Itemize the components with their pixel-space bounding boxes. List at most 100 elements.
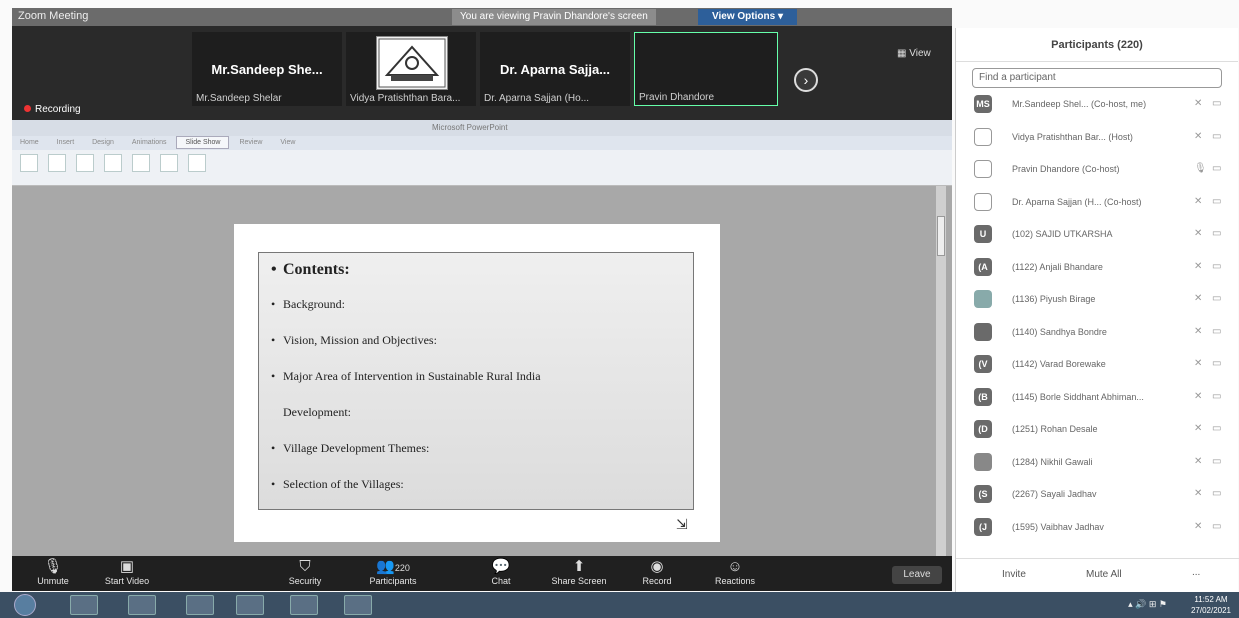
participant-row[interactable]: (J (1595) Vaibhav Jadhav ✕ ▭	[956, 511, 1239, 544]
view-options-button[interactable]: View Options ▾	[698, 9, 797, 25]
mic-muted-icon[interactable]: ✕	[1194, 456, 1202, 467]
participant-row[interactable]: (1140) Sandhya Bondre ✕ ▭	[956, 316, 1239, 349]
unmute-button[interactable]: 🎙 Unmute	[18, 558, 88, 586]
participant-row[interactable]: (B (1145) Borle Siddhant Abhiman... ✕ ▭	[956, 381, 1239, 414]
chat-button[interactable]: 💬 Chat	[466, 558, 536, 586]
video-off-icon: ▭	[1212, 130, 1222, 142]
clock-time: 11:52 AM	[1194, 595, 1228, 604]
avatar	[974, 192, 992, 211]
video-off-icon: ▣	[119, 558, 135, 575]
system-tray-icons[interactable]: ▴ 🔊 ⊞ ⚑	[1128, 599, 1167, 610]
video-off-icon: ▭	[1212, 195, 1222, 207]
mic-muted-icon[interactable]: ✕	[1194, 391, 1202, 402]
title-bar: Zoom Meeting You are viewing Pravin Dhan…	[12, 8, 952, 26]
mic-muted-icon[interactable]: ✕	[1194, 131, 1202, 142]
video-off-icon: ▭	[1212, 358, 1222, 369]
participant-name: Mr.Sandeep Shel... (Co-host, me)	[1012, 99, 1147, 109]
participant-row[interactable]: MS Mr.Sandeep Shel... (Co-host, me) ✕ ▭	[956, 88, 1239, 121]
taskbar-folder-icon[interactable]	[186, 595, 214, 615]
mic-muted-icon[interactable]: ✕	[1194, 326, 1202, 337]
leave-button[interactable]: Leave	[892, 566, 942, 584]
video-off-icon: ▭	[1212, 423, 1222, 434]
ribbon-icon	[48, 154, 66, 172]
share-screen-button[interactable]: ⬆ Share Screen	[544, 558, 614, 586]
avatar: U	[974, 225, 992, 243]
video-tile-active-speaker[interactable]: Pravin Dhandore	[634, 32, 778, 106]
smiley-icon: ☺	[727, 558, 743, 575]
video-tile[interactable]: Mr.Sandeep She... Mr.Sandeep Shelar	[192, 32, 342, 106]
mic-muted-icon[interactable]: ✕	[1194, 293, 1202, 304]
window-title: Zoom Meeting	[18, 10, 89, 22]
mic-muted-icon[interactable]: ✕	[1194, 261, 1202, 272]
avatar: (J	[974, 517, 992, 536]
ribbon-icon	[20, 154, 38, 172]
participants-button[interactable]: 👥220 Participants	[358, 558, 428, 586]
participant-row[interactable]: (V (1142) Varad Borewake ✕ ▭	[956, 348, 1239, 381]
ribbon-toolbar	[12, 150, 952, 186]
video-off-icon: ▭	[1212, 488, 1222, 499]
start-button[interactable]	[14, 594, 36, 616]
tile-display-name: Mr.Sandeep She...	[211, 62, 323, 77]
meeting-controls-bar: 🎙 Unmute ▣ Start Video ⛉ Security 👥220 Parti…	[12, 556, 952, 591]
shield-icon: ⛉	[299, 558, 311, 575]
security-button[interactable]: ⛉ Security	[270, 558, 340, 586]
video-tile[interactable]: Dr. Aparna Sajja... Dr. Aparna Sajjan (H…	[480, 32, 630, 106]
institution-logo	[376, 36, 448, 90]
participant-row[interactable]: Vidya Pratishthan Bar... (Host) ✕ ▭	[956, 121, 1239, 154]
taskbar-media-icon[interactable]	[70, 595, 98, 615]
record-button[interactable]: ◉ Record	[622, 558, 692, 586]
invite-button[interactable]: Invite	[1002, 569, 1026, 580]
mic-muted-icon[interactable]: ✕	[1194, 488, 1202, 499]
participant-row[interactable]: U (102) SAJID UTKARSHA ✕ ▭	[956, 218, 1239, 251]
mic-muted-icon[interactable]: ✕	[1194, 423, 1202, 434]
mic-muted-icon[interactable]: ✕	[1194, 228, 1202, 239]
ribbon-icon	[160, 154, 178, 172]
participant-row[interactable]: Dr. Aparna Sajjan (H... (Co-host) ✕ ▭	[956, 186, 1239, 219]
mic-muted-icon[interactable]: ✕	[1194, 358, 1202, 369]
ribbon-tab: View	[280, 139, 296, 146]
avatar	[974, 290, 992, 308]
avatar	[974, 160, 992, 178]
mute-all-button[interactable]: Mute All	[1086, 569, 1122, 580]
ribbon-tab: Animations	[131, 139, 167, 146]
participant-row[interactable]: Pravin Dhandore (Co-host) 🎙 ▭	[956, 153, 1239, 186]
participant-row[interactable]: (1136) Piyush Birage ✕ ▭	[956, 283, 1239, 316]
ribbon-tab-active: Slide Show	[176, 136, 230, 149]
ribbon-tab: Home	[20, 139, 39, 146]
more-options-button[interactable]: ...	[1192, 567, 1200, 578]
participant-name: (1122) Anjali Bhandare	[1012, 261, 1103, 272]
ppt-scroll-thumb	[937, 216, 945, 256]
mic-muted-icon[interactable]: ✕	[1194, 196, 1202, 207]
participant-row[interactable]: (A (1122) Anjali Bhandare ✕ ▭	[956, 251, 1239, 284]
avatar: MS	[974, 95, 992, 113]
taskbar-browser-icon[interactable]	[128, 595, 156, 615]
video-off-icon: ▭	[1212, 455, 1222, 467]
taskbar-zoom-icon[interactable]	[290, 595, 318, 615]
participants-panel: Participants (220) Find a participant MS…	[955, 28, 1239, 592]
microphone-muted-icon: 🎙	[43, 558, 63, 575]
participant-name: (1595) Vaibhav Jadhav	[1012, 521, 1104, 532]
taskbar-app-icon[interactable]	[236, 595, 264, 615]
mic-muted-icon[interactable]: ✕	[1194, 521, 1202, 532]
slide: Contents: Background: Vision, Mission an…	[234, 224, 720, 542]
view-button[interactable]: ▦ View	[897, 48, 931, 59]
avatar: (D	[974, 420, 992, 438]
participant-row[interactable]: (S (2267) Sayali Jadhav ✕ ▭	[956, 478, 1239, 511]
mic-muted-icon[interactable]: ✕	[1194, 98, 1202, 109]
ppt-window-title: Microsoft PowerPoint	[432, 123, 508, 132]
video-off-icon: ▭	[1212, 293, 1222, 304]
reactions-button[interactable]: ☺ Reactions	[700, 558, 770, 586]
video-tile[interactable]: Vidya Pratishthan Bara...	[346, 32, 476, 106]
avatar	[974, 322, 992, 341]
taskbar-clock[interactable]: 11:52 AM 27/02/2021	[1191, 594, 1231, 616]
avatar	[974, 127, 992, 146]
taskbar-powerpoint-icon[interactable]	[344, 595, 372, 615]
participant-row[interactable]: (1284) Nikhil Gawali ✕ ▭	[956, 446, 1239, 479]
participant-row[interactable]: (D (1251) Rohan Desale ✕ ▭	[956, 413, 1239, 446]
participant-search-input[interactable]: Find a participant	[972, 68, 1222, 88]
mic-icon[interactable]: 🎙	[1194, 163, 1207, 174]
start-video-button[interactable]: ▣ Start Video	[92, 558, 162, 586]
slide-content-box: Contents: Background: Vision, Mission an…	[258, 252, 694, 510]
next-page-arrow-icon[interactable]: ›	[794, 68, 818, 92]
tile-participant-name: Mr.Sandeep Shelar	[196, 93, 282, 104]
